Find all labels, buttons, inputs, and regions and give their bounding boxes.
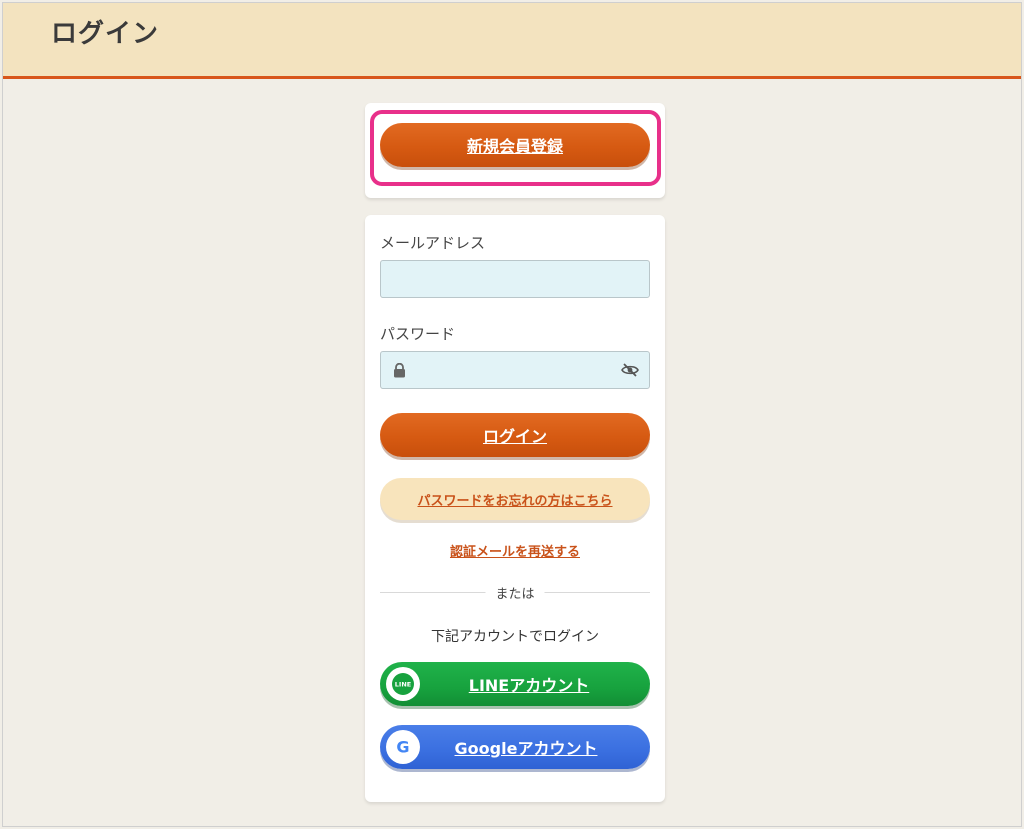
line-login-button[interactable]: LINE LINEアカウント — [380, 662, 650, 706]
register-highlight-frame — [370, 110, 661, 186]
resend-verification-link[interactable]: 認証メールを再送する — [365, 541, 665, 560]
login-button[interactable]: ログイン — [380, 413, 650, 457]
app-frame: ログイン 新規会員登録 メールアドレス パスワード ログイン パスワードをお忘れ… — [2, 2, 1022, 827]
google-login-button[interactable]: G Googleアカウント — [380, 725, 650, 769]
google-logo-text: G — [396, 738, 409, 757]
line-logo-text: LINE — [395, 681, 411, 689]
email-label: メールアドレス — [380, 234, 486, 252]
line-logo-icon: LINE — [386, 667, 420, 701]
divider-text: または — [485, 583, 545, 602]
divider-line: または — [380, 583, 650, 602]
page-title: ログイン — [51, 19, 160, 49]
eye-slash-icon[interactable] — [621, 361, 639, 379]
google-login-label: Googleアカウント — [454, 739, 598, 758]
login-card: メールアドレス パスワード ログイン パスワードをお忘れの方はこちら 認証メール… — [365, 215, 665, 802]
forgot-password-button[interactable]: パスワードをお忘れの方はこちら — [380, 478, 650, 520]
password-field[interactable] — [380, 351, 650, 389]
line-login-label: LINEアカウント — [468, 676, 590, 695]
lock-icon — [390, 361, 408, 379]
google-logo-icon: G — [386, 730, 420, 764]
password-label: パスワード — [380, 325, 456, 343]
page-header: ログイン — [3, 3, 1021, 79]
social-login-caption: 下記アカウントでログイン — [431, 629, 599, 645]
email-field[interactable] — [380, 260, 650, 298]
